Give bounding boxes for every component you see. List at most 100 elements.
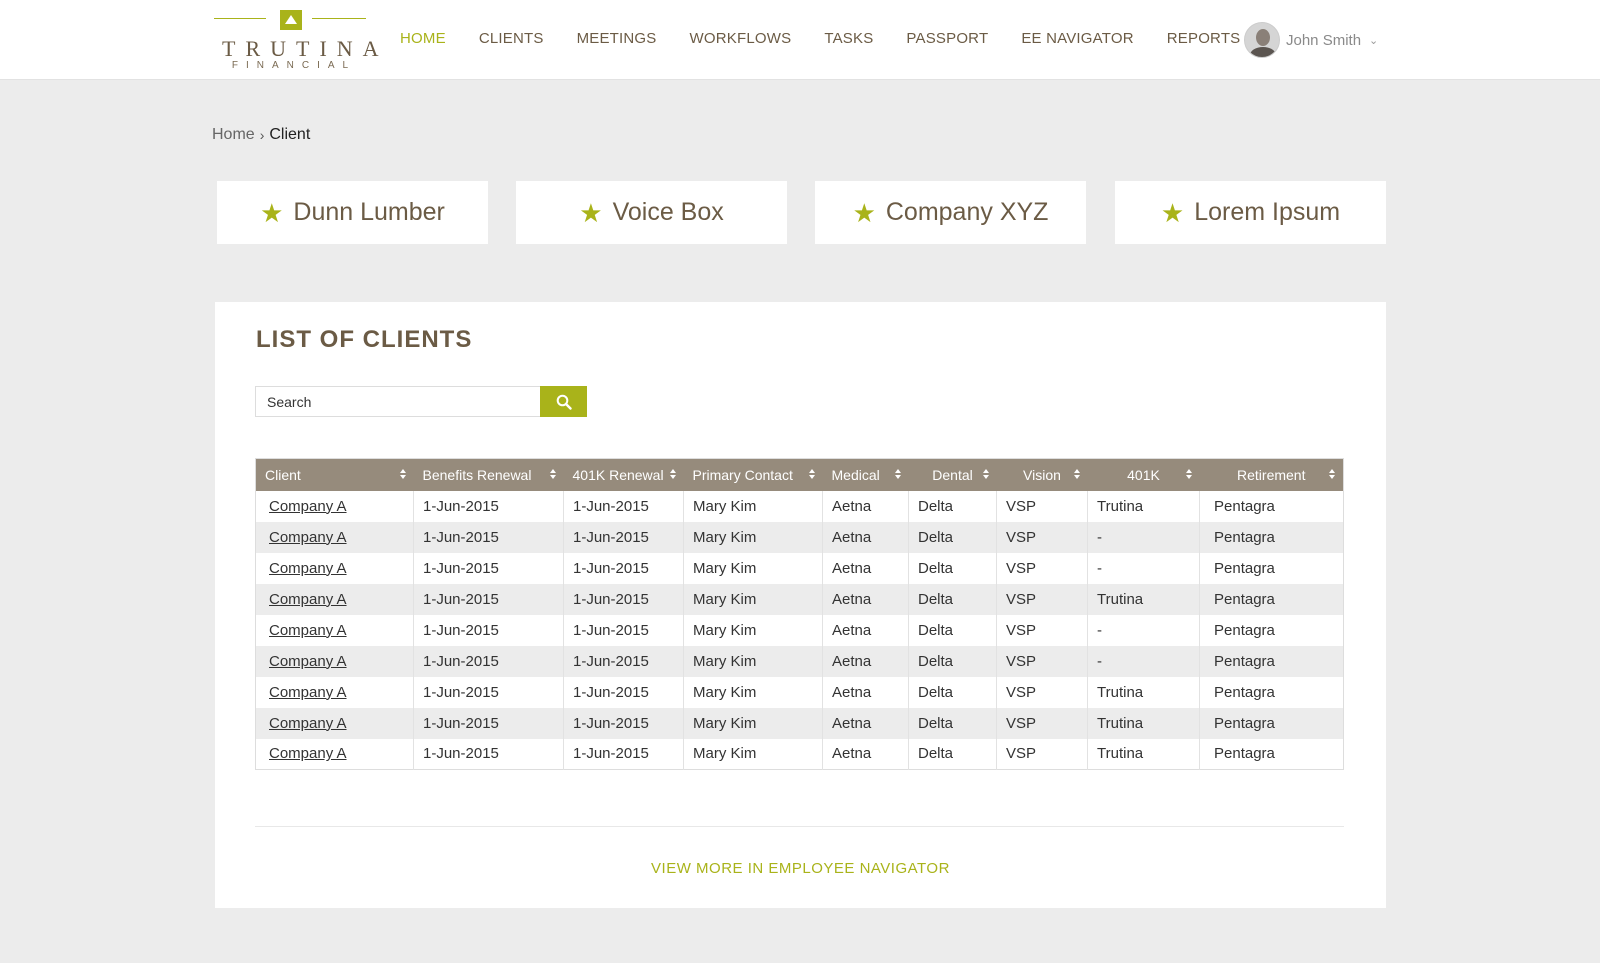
cell-benefits-renewal: 1-Jun-2015: [413, 490, 564, 522]
sort-icon: [808, 469, 815, 481]
nav-meetings[interactable]: MEETINGS: [577, 30, 657, 47]
cell-benefits-renewal: 1-Jun-2015: [413, 614, 564, 646]
cell-vision: VSP: [996, 521, 1088, 553]
cell-client: Company A: [255, 707, 414, 739]
favorite-client-name: Lorem Ipsum: [1194, 198, 1341, 226]
table-row: Company A 1-Jun-2015 1-Jun-2015 Mary Kim Aet…: [255, 614, 1344, 646]
cell-dental: Delta: [908, 738, 997, 770]
panel-divider: [255, 826, 1344, 827]
cell-retirement: Pentagra: [1214, 683, 1275, 701]
cell-retirement: Pentagra: [1214, 497, 1275, 515]
breadcrumb-separator: ›: [259, 127, 265, 143]
favorite-client-card[interactable]: ★ Dunn Lumber: [217, 181, 488, 244]
cell-client: Company A: [255, 676, 414, 708]
column-header-client[interactable]: Client: [255, 458, 414, 491]
cell-401k-renewal: 1-Jun-2015: [563, 583, 684, 615]
cell-401k: Trutina: [1087, 583, 1200, 615]
cell-client: Company A: [255, 583, 414, 615]
cell-benefits-renewal: 1-Jun-2015: [413, 552, 564, 584]
cell-primary-contact: Mary Kim: [683, 707, 823, 739]
cell-benefits-renewal: 1-Jun-2015: [413, 645, 564, 677]
breadcrumb-home[interactable]: Home: [212, 126, 255, 144]
client-link[interactable]: Company A: [269, 591, 347, 608]
clients-table: Client Benefits Renewal 401K Renewal Pri…: [255, 458, 1344, 770]
cell-dental: Delta: [908, 645, 997, 677]
nav-ee-navigator[interactable]: EE NAVIGATOR: [1021, 30, 1133, 47]
view-more-link[interactable]: VIEW MORE IN EMPLOYEE NAVIGATOR: [215, 860, 1386, 877]
column-header-vision[interactable]: Vision: [996, 458, 1088, 491]
favorite-client-card[interactable]: ★ Lorem Ipsum: [1115, 181, 1386, 244]
nav-workflows[interactable]: WORKFLOWS: [690, 30, 792, 47]
client-link[interactable]: Company A: [269, 622, 347, 639]
cell-retirement: Pentagra: [1199, 583, 1344, 615]
column-header-401k-renewal[interactable]: 401K Renewal: [563, 458, 684, 491]
cell-primary-contact: Mary Kim: [683, 583, 823, 615]
cell-medical: Aetna: [822, 614, 909, 646]
cell-client: Company A: [255, 645, 414, 677]
user-menu[interactable]: John Smith ⌄: [1244, 22, 1378, 58]
table-row: Company A 1-Jun-2015 1-Jun-2015 Mary Kim Aet…: [255, 738, 1344, 770]
cell-medical: Aetna: [822, 738, 909, 770]
cell-401k-renewal: 1-Jun-2015: [563, 707, 684, 739]
cell-primary-contact: Mary Kim: [683, 490, 823, 522]
client-link[interactable]: Company A: [269, 529, 347, 546]
sort-icon: [1185, 469, 1192, 481]
sort-icon: [399, 469, 406, 481]
avatar: [1244, 22, 1280, 58]
search-button[interactable]: [540, 386, 587, 417]
client-list-panel: LIST OF CLIENTS Client Benefits Renewal …: [215, 302, 1386, 908]
cell-401k: -: [1087, 614, 1200, 646]
column-header-medical[interactable]: Medical: [822, 458, 909, 491]
cell-retirement: Pentagra: [1199, 707, 1344, 739]
nav-reports[interactable]: REPORTS: [1167, 30, 1241, 47]
cell-primary-contact: Mary Kim: [683, 738, 823, 770]
sort-icon: [1073, 469, 1080, 481]
cell-401k-renewal: 1-Jun-2015: [563, 645, 684, 677]
column-header-primary-contact[interactable]: Primary Contact: [683, 458, 823, 491]
cell-401k: -: [1087, 645, 1200, 677]
cell-client: Company A: [255, 552, 414, 584]
cell-vision: VSP: [996, 490, 1088, 522]
favorite-client-name: Company XYZ: [885, 198, 1049, 226]
cell-vision: VSP: [996, 552, 1088, 584]
nav-home[interactable]: HOME: [400, 30, 446, 47]
cell-medical: Aetna: [822, 552, 909, 584]
logo-rule-left: [214, 18, 266, 19]
favorite-client-card[interactable]: ★ Voice Box: [516, 181, 787, 244]
cell-retirement: Pentagra: [1199, 645, 1344, 677]
sort-icon: [549, 469, 556, 481]
search-icon: [556, 394, 572, 410]
nav-clients[interactable]: CLIENTS: [479, 30, 544, 47]
client-link[interactable]: Company A: [269, 684, 347, 701]
column-header-401k[interactable]: 401K: [1087, 458, 1200, 491]
search-input[interactable]: [255, 386, 540, 417]
cell-dental: Delta: [908, 676, 997, 708]
top-bar: TRUTINA FINANCIAL HOME CLIENTS MEETINGS …: [0, 0, 1600, 80]
client-link[interactable]: Company A: [269, 715, 347, 732]
nav-tasks[interactable]: TASKS: [824, 30, 873, 47]
client-link[interactable]: Company A: [269, 560, 347, 577]
cell-dental: Delta: [908, 521, 997, 553]
favorite-client-card[interactable]: ★ Company XYZ: [815, 181, 1086, 244]
star-icon: ★: [1160, 197, 1185, 228]
table-row: Company A 1-Jun-2015 1-Jun-2015 Mary Kim Aet…: [255, 552, 1344, 584]
cell-dental: Delta: [908, 707, 997, 739]
cell-retirement: Pentagra: [1214, 621, 1275, 639]
column-header-retirement[interactable]: Retirement: [1199, 458, 1344, 491]
table-row: Company A 1-Jun-2015 1-Jun-2015 Mary Kim Aet…: [255, 707, 1344, 739]
trutina-logo[interactable]: TRUTINA FINANCIAL: [212, 8, 379, 72]
client-link[interactable]: Company A: [269, 745, 347, 762]
nav-passport[interactable]: PASSPORT: [906, 30, 988, 47]
sort-icon: [1329, 469, 1335, 481]
cell-client: Company A: [255, 521, 414, 553]
column-header-benefits-renewal[interactable]: Benefits Renewal: [413, 458, 564, 491]
table-header-row: Client Benefits Renewal 401K Renewal Pri…: [255, 458, 1344, 491]
cell-vision: VSP: [996, 707, 1088, 739]
cell-client: Company A: [255, 614, 414, 646]
cell-medical: Aetna: [822, 521, 909, 553]
star-icon: ★: [579, 197, 603, 228]
client-link[interactable]: Company A: [269, 498, 347, 515]
column-header-dental[interactable]: Dental: [908, 458, 997, 491]
cell-benefits-renewal: 1-Jun-2015: [413, 738, 564, 770]
client-link[interactable]: Company A: [269, 653, 347, 670]
